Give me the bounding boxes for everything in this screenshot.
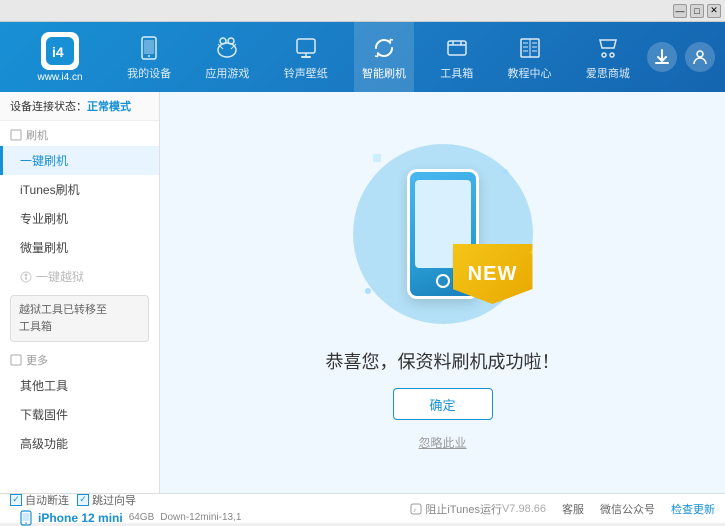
bottom-main-left: 自动断连 跳过向导 iPhone 12 mini 64GB Down-12min… [10,492,251,526]
section-flash: 刷机 [0,121,159,146]
svg-text:i4: i4 [52,44,64,60]
nav-label-toolbox: 工具箱 [440,65,473,81]
svg-text:♪: ♪ [413,507,417,514]
new-badge: ✦ NEW ✦ [453,244,533,304]
sidebar-item-other-tools[interactable]: 其他工具 [0,371,159,400]
device-info: iPhone 12 mini 64GB Down-12mini-13,1 [10,510,251,526]
status-label: 设备连接状态： [10,101,87,113]
success-area: ✦ NEW ✦ 恭喜您，保资料刷机成功啦！ 确定 忽略此业 [326,134,560,451]
success-message: 恭喜您，保资料刷机成功啦！ [326,348,560,374]
music-icon [292,34,320,62]
nav-label-tutorial: 教程中心 [508,65,552,81]
sidebar-status: 设备连接状态：正常模式 [0,92,159,121]
logo-area[interactable]: i4 www.i4.cn [10,32,110,83]
close-button[interactable]: ✕ [707,4,721,18]
auto-connect-check[interactable] [10,494,22,506]
itunes-icon: ♪ [410,503,422,515]
maximize-button[interactable]: □ [690,4,704,18]
wizard-check[interactable] [77,494,89,506]
window-controls: — □ ✕ [673,4,721,18]
download-button[interactable] [647,42,677,72]
nav-label-my-device: 我的设备 [127,65,171,81]
logo-svg: i4 [46,37,74,65]
sidebar-item-download-firmware[interactable]: 下载固件 [0,400,159,429]
tools-icon [443,34,471,62]
device-name: iPhone 12 mini [38,511,123,525]
sidebar: 设备连接状态：正常模式 刷机 一键刷机 iTunes刷机 专业刷机 微量刷机 一… [0,92,160,493]
user-button[interactable] [685,42,715,72]
ignore-link[interactable]: 忽略此业 [418,434,466,451]
auto-connect-label: 自动断连 [25,492,69,508]
version-text: V7.98.66 [502,503,546,515]
nav-label-apps-games: 应用游戏 [205,65,249,81]
nav-item-ringtone[interactable]: 铃声壁纸 [276,22,336,92]
main-area: 设备连接状态：正常模式 刷机 一键刷机 iTunes刷机 专业刷机 微量刷机 一… [0,92,725,493]
device-storage: 64GB [129,512,155,523]
sidebar-item-jailbreak: 一键越狱 [0,262,159,291]
bottom-right: V7.98.66 客服 微信公众号 检查更新 [502,501,715,517]
device-firmware: Down-12mini-13,1 [160,512,241,523]
nav-item-shop[interactable]: 爱思商城 [578,22,638,92]
sidebar-item-advanced[interactable]: 高级功能 [0,429,159,458]
bottom-left: 自动断连 跳过向导 iPhone 12 mini 64GB Down-12min… [10,492,410,526]
title-bar: — □ ✕ [0,0,725,22]
nav-item-my-device[interactable]: 我的设备 [119,22,179,92]
nav-label-smart-flash: 智能刷机 [362,65,406,81]
star-right: ✦ [528,248,536,259]
header-right-controls [647,42,715,72]
phone-home [436,274,450,288]
shop-icon [594,34,622,62]
wechat-link[interactable]: 微信公众号 [600,501,655,517]
itunes-label: 阻止iTunes运行 [425,501,502,517]
update-link[interactable]: 检查更新 [671,501,715,517]
logo-text: www.i4.cn [37,72,82,83]
section-more: 更多 [0,346,159,371]
header: i4 www.i4.cn 我的设备 应用游戏 铃声壁纸 [0,22,725,92]
bottom-checkboxes: 自动断连 跳过向导 [10,492,251,508]
logo-icon: i4 [41,32,79,70]
auto-connect-checkbox[interactable]: 自动断连 [10,492,69,508]
new-ribbon: ✦ NEW ✦ [453,244,533,304]
nav-item-toolbox[interactable]: 工具箱 [432,22,481,92]
service-link[interactable]: 客服 [562,501,584,517]
phone-illustration: ✦ NEW ✦ [343,134,543,334]
sidebar-item-pro-flash[interactable]: 专业刷机 [0,204,159,233]
wizard-label: 跳过向导 [92,492,136,508]
device-phone-icon [20,510,32,526]
confirm-button[interactable]: 确定 [393,388,493,420]
new-text: NEW [468,263,518,286]
phone-icon [135,34,163,62]
nav-item-tutorial[interactable]: 教程中心 [500,22,560,92]
content-area: ✦ NEW ✦ 恭喜您，保资料刷机成功啦！ 确定 忽略此业 [160,92,725,493]
nav-label-shop: 爱思商城 [586,65,630,81]
sidebar-item-itunes-flash[interactable]: iTunes刷机 [0,175,159,204]
sparkle-1 [373,154,381,162]
status-value: 正常模式 [87,101,131,113]
sparkle-2 [502,169,508,175]
sparkle-3 [365,288,371,294]
wizard-checkbox[interactable]: 跳过向导 [77,492,136,508]
refresh-icon [370,34,398,62]
nav-item-smart-flash[interactable]: 智能刷机 [354,22,414,92]
sidebar-item-wipe-flash[interactable]: 微量刷机 [0,233,159,262]
nav-items: 我的设备 应用游戏 铃声壁纸 智能刷机 工具箱 [110,22,647,92]
bottom-bar: 自动断连 跳过向导 iPhone 12 mini 64GB Down-12min… [0,493,725,523]
sidebar-item-onekey-flash[interactable]: 一键刷机 [0,146,159,175]
jailbreak-note: 越狱工具已转移至工具箱 [10,295,149,342]
itunes-stop[interactable]: ♪ 阻止iTunes运行 [410,501,502,517]
gamepad-icon [213,34,241,62]
book-icon [516,34,544,62]
nav-label-ringtone: 铃声壁纸 [284,65,328,81]
nav-item-apps-games[interactable]: 应用游戏 [197,22,257,92]
minimize-button[interactable]: — [673,4,687,18]
